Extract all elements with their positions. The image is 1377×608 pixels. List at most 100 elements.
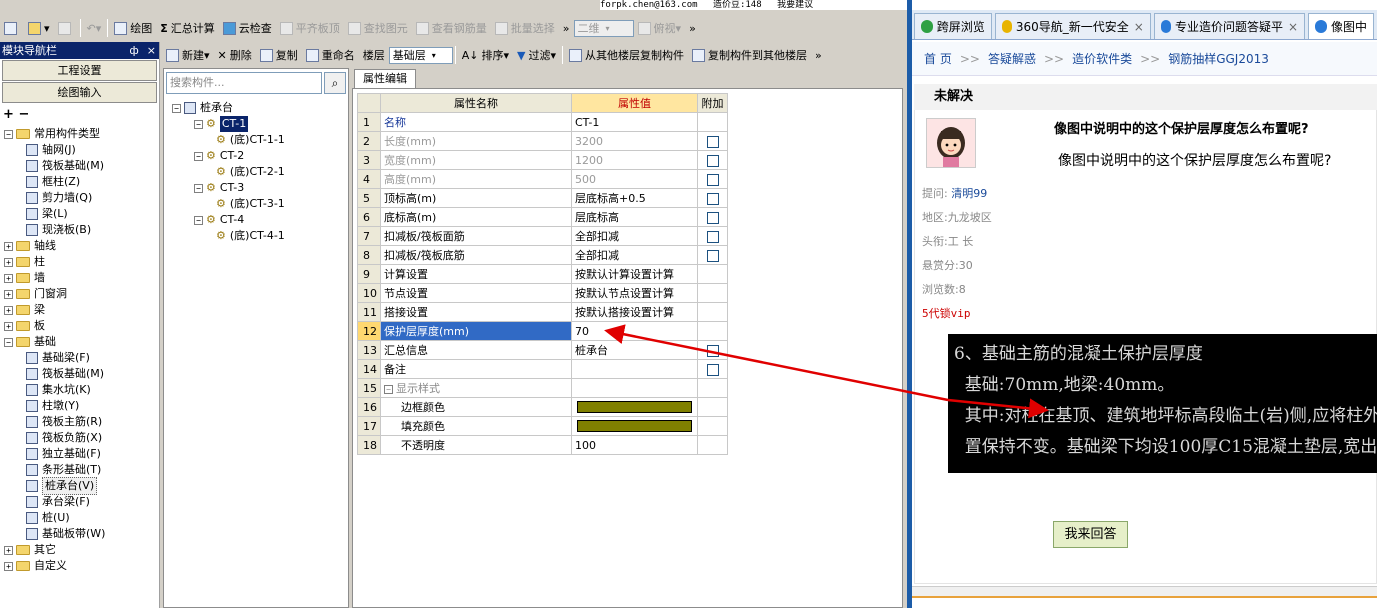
- collapse-icon[interactable]: −: [194, 183, 203, 193]
- property-value[interactable]: 桩承台: [571, 340, 698, 360]
- collapse-icon[interactable]: −: [194, 151, 203, 161]
- breadcrumb-link[interactable]: 首 页: [924, 52, 952, 66]
- nav-tree-item[interactable]: + 其它: [0, 542, 159, 558]
- toolbar-overflow[interactable]: »: [559, 18, 574, 38]
- component-item[interactable]: ⚙ (底)CT-2-1: [172, 164, 285, 180]
- expand-icon[interactable]: +: [4, 273, 13, 283]
- property-row[interactable]: 18 不透明度 100: [357, 435, 728, 455]
- property-row[interactable]: 8 扣减板/筏板底筋 全部扣减: [357, 245, 728, 265]
- nav-tree-item[interactable]: − 基础: [0, 334, 159, 350]
- property-value[interactable]: 500: [571, 169, 698, 189]
- search-input[interactable]: 搜索构件...: [166, 72, 322, 94]
- close-icon[interactable]: ×: [1288, 20, 1298, 34]
- color-swatch[interactable]: [577, 401, 692, 413]
- property-value[interactable]: [571, 397, 698, 417]
- expand-icon[interactable]: +: [4, 305, 13, 315]
- breadcrumb-link[interactable]: 钢筋抽样GGJ2013: [1168, 52, 1269, 66]
- breadcrumb-link[interactable]: 造价软件类: [1072, 52, 1132, 66]
- property-row[interactable]: 13 汇总信息 桩承台: [357, 340, 728, 360]
- copy-from-floor-button[interactable]: 从其他楼层复制构件: [565, 45, 688, 65]
- nav-tree-item[interactable]: 桩(U): [0, 510, 159, 526]
- nav-tree-item[interactable]: 基础板带(W): [0, 526, 159, 542]
- component-item[interactable]: ⚙ (底)CT-3-1: [172, 196, 285, 212]
- nav-tree-item[interactable]: 筏板基础(M): [0, 366, 159, 382]
- advice-link[interactable]: 我要建议: [777, 0, 813, 10]
- property-value[interactable]: CT-1: [571, 112, 698, 132]
- component-item[interactable]: ⚙ (底)CT-1-1: [172, 132, 285, 148]
- nav-tree-item[interactable]: 剪力墙(Q): [0, 190, 159, 206]
- nav-tree-item[interactable]: 集水坑(K): [0, 382, 159, 398]
- property-value[interactable]: 70: [571, 321, 698, 341]
- color-swatch[interactable]: [577, 420, 692, 432]
- property-row[interactable]: 3 宽度(mm) 1200: [357, 150, 728, 170]
- nav-tree-item[interactable]: + 墙: [0, 270, 159, 286]
- nav-tree-item[interactable]: 现浇板(B): [0, 222, 159, 238]
- sum-calc-button[interactable]: Σ 汇总计算: [156, 18, 219, 38]
- nav-tree-item[interactable]: + 柱: [0, 254, 159, 270]
- extra-checkbox[interactable]: [706, 211, 719, 224]
- component-item[interactable]: − ⚙ CT-3: [172, 180, 285, 196]
- extra-checkbox[interactable]: [706, 173, 719, 186]
- nav-tree-item[interactable]: 基础梁(F): [0, 350, 159, 366]
- delete-button[interactable]: ✕ 删除: [214, 45, 256, 65]
- nav-tree-item[interactable]: 承台梁(F): [0, 494, 159, 510]
- floor-select[interactable]: 基础层 ▾: [388, 46, 453, 64]
- nav-tree-item[interactable]: 柱墩(Y): [0, 398, 159, 414]
- expand-icon[interactable]: +: [4, 257, 13, 267]
- nav-tree-item[interactable]: − 常用构件类型: [0, 126, 159, 142]
- property-row[interactable]: 5 顶标高(m) 层底标高+0.5: [357, 188, 728, 208]
- toolbar-overflow-3[interactable]: »: [811, 45, 826, 65]
- breadcrumb-link[interactable]: 答疑解惑: [988, 52, 1036, 66]
- property-value[interactable]: [571, 378, 698, 398]
- property-value[interactable]: [571, 416, 698, 436]
- nav-tree-item[interactable]: + 自定义: [0, 558, 159, 574]
- draw-input-button[interactable]: 绘图输入: [2, 82, 157, 103]
- nav-tree-item[interactable]: + 门窗洞: [0, 286, 159, 302]
- nav-tree-item[interactable]: + 轴线: [0, 238, 159, 254]
- answer-button[interactable]: 我来回答: [1053, 521, 1128, 548]
- nav-tree-item[interactable]: + 板: [0, 318, 159, 334]
- property-value[interactable]: 按默认搭接设置计算: [571, 302, 698, 322]
- filter-button[interactable]: ▼ 过滤 ▾: [513, 45, 560, 65]
- nav-tree-item[interactable]: 条形基础(T): [0, 462, 159, 478]
- property-value[interactable]: 1200: [571, 150, 698, 170]
- nav-tree-item[interactable]: + 梁: [0, 302, 159, 318]
- extra-checkbox[interactable]: [706, 363, 719, 376]
- view-2d-select[interactable]: 二维 ▾: [573, 19, 634, 37]
- nav-tree-item[interactable]: 筏板负筋(X): [0, 430, 159, 446]
- nav-tree-item[interactable]: 框柱(Z): [0, 174, 159, 190]
- nav-tree-item[interactable]: 桩承台(V): [0, 477, 159, 495]
- search-icon[interactable]: ⌕: [324, 72, 346, 94]
- expand-all-icon[interactable]: +: [3, 107, 14, 122]
- nav-tree-item[interactable]: 筏板基础(M): [0, 158, 159, 174]
- tab-property-edit[interactable]: 属性编辑: [354, 69, 416, 88]
- property-row[interactable]: 14 备注: [357, 359, 728, 379]
- collapse-all-icon[interactable]: −: [18, 107, 29, 122]
- expand-icon[interactable]: +: [4, 561, 13, 571]
- extra-checkbox[interactable]: [706, 192, 719, 205]
- property-row[interactable]: 6 底标高(m) 层底标高: [357, 207, 728, 227]
- top-view-select[interactable]: 俯视 ▾: [634, 18, 686, 38]
- draw-button[interactable]: 绘图: [110, 18, 156, 38]
- property-row[interactable]: 4 高度(mm) 500: [357, 169, 728, 189]
- expand-icon[interactable]: +: [4, 289, 13, 299]
- extra-checkbox[interactable]: [706, 230, 719, 243]
- nav-tree-item[interactable]: 梁(L): [0, 206, 159, 222]
- undo-button[interactable]: ↶ ▾: [83, 18, 106, 38]
- property-value[interactable]: 3200: [571, 131, 698, 151]
- project-settings-button[interactable]: 工程设置: [2, 60, 157, 81]
- asker-link[interactable]: 清明99: [951, 187, 987, 200]
- property-row[interactable]: 16 边框颜色: [357, 397, 728, 417]
- new-file-button[interactable]: [0, 18, 24, 38]
- property-row[interactable]: 9 计算设置 按默认计算设置计算: [357, 264, 728, 284]
- collapse-icon[interactable]: −: [384, 385, 393, 394]
- align-slab-button[interactable]: 平齐板顶: [276, 18, 344, 38]
- sort-button[interactable]: A↓ 排序 ▾: [458, 45, 513, 65]
- nav-tree-item[interactable]: 轴网(J): [0, 142, 159, 158]
- collapse-icon[interactable]: −: [172, 103, 181, 113]
- pin-icon[interactable]: ф: [129, 44, 138, 57]
- close-icon[interactable]: ×: [147, 44, 156, 57]
- browser-tab[interactable]: 跨屏浏览: [914, 13, 992, 39]
- rename-button[interactable]: 重命名: [302, 45, 359, 65]
- property-value[interactable]: 层底标高: [571, 207, 698, 227]
